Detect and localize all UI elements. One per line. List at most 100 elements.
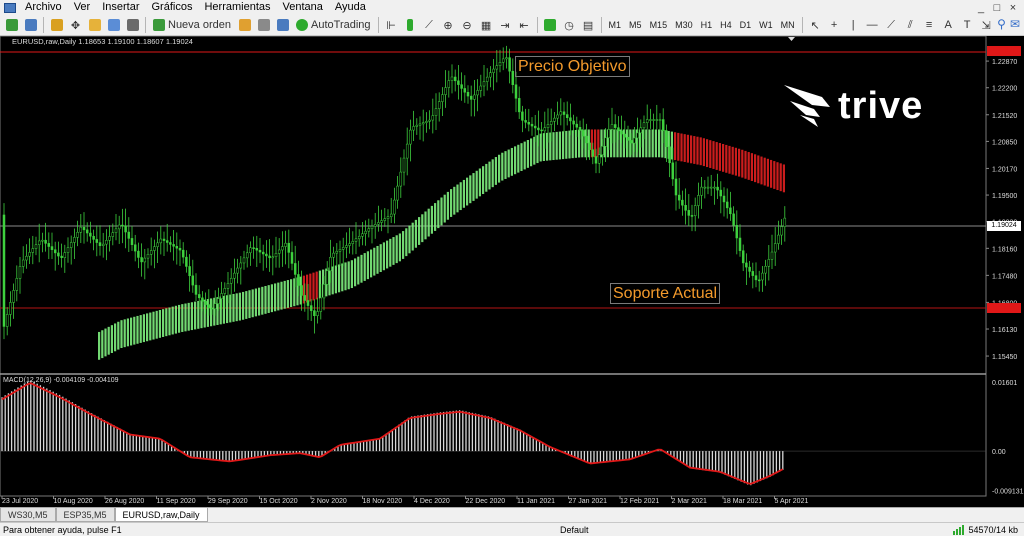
tab-ws30[interactable]: WS30,M5 — [0, 508, 56, 522]
candle-body — [258, 249, 262, 253]
ma-ribbon-bar — [485, 163, 488, 192]
timeframe-m30[interactable]: M30 — [672, 20, 696, 30]
crosshair-icon[interactable]: + — [826, 17, 843, 34]
candle-chart-icon[interactable] — [402, 17, 419, 34]
ma-ribbon-bar — [101, 330, 104, 359]
line-chart-icon[interactable]: ⟋ — [421, 17, 438, 34]
market-watch-icon[interactable] — [48, 17, 65, 34]
candle-body — [780, 226, 783, 236]
bar-chart-icon[interactable]: ⊩ — [383, 17, 400, 34]
tab-esp35[interactable]: ESP35,M5 — [55, 508, 115, 522]
candle-body — [364, 230, 367, 234]
timeframe-m1[interactable]: M1 — [606, 20, 625, 30]
menu-ventana[interactable]: Ventana — [277, 0, 329, 15]
candle-body — [597, 154, 601, 164]
fibonacci-icon[interactable]: ≡ — [921, 17, 938, 34]
menu-ayuda[interactable]: Ayuda — [329, 0, 372, 15]
ma-ribbon-bar — [648, 129, 651, 158]
candle-body — [770, 251, 774, 260]
timeframe-m5[interactable]: M5 — [626, 20, 645, 30]
ma-ribbon-bar — [238, 292, 241, 321]
navigator-icon[interactable] — [86, 17, 103, 34]
zoom-out-icon[interactable]: ⊖ — [459, 17, 476, 34]
menu-archivo[interactable]: Archivo — [19, 0, 68, 15]
ma-ribbon-bar — [472, 173, 475, 201]
support-annotation[interactable]: Soporte Actual — [610, 283, 721, 304]
metaeditor-icon[interactable] — [236, 17, 253, 34]
terminal-icon[interactable] — [105, 17, 122, 34]
candle-body — [274, 253, 278, 258]
ma-ribbon-bar — [184, 303, 187, 332]
cursor-icon[interactable]: ↖ — [807, 17, 824, 34]
menu-graficos[interactable]: Gráficos — [146, 0, 199, 15]
ma-ribbon-bar — [290, 279, 293, 308]
text-icon[interactable]: A — [940, 17, 957, 34]
candle-body — [149, 250, 153, 255]
candle-body — [460, 84, 463, 89]
chart-shift-icon[interactable]: ⇤ — [516, 17, 533, 34]
menu-ver[interactable]: Ver — [68, 0, 97, 15]
crosshair-move-icon[interactable]: ✥ — [67, 17, 84, 34]
minimize-button[interactable]: _ — [974, 2, 988, 14]
timeframe-d1[interactable]: D1 — [737, 20, 755, 30]
ma-ribbon-bar — [494, 157, 497, 185]
templates-icon[interactable]: ▤ — [580, 17, 597, 34]
channel-icon[interactable]: ⫽ — [902, 17, 919, 34]
candle-body — [204, 300, 207, 305]
new-order-button[interactable]: Nueva orden — [150, 17, 234, 34]
restore-button[interactable]: □ — [990, 2, 1004, 14]
timeframe-mn[interactable]: MN — [778, 20, 798, 30]
candle-body — [764, 266, 767, 274]
close-button[interactable]: × — [1006, 2, 1020, 14]
candle-body — [745, 262, 748, 268]
ma-ribbon-bar — [552, 132, 555, 161]
candle-body — [101, 243, 105, 246]
search-icon[interactable]: ⚲ — [997, 17, 1006, 31]
ma-ribbon-bar — [693, 136, 696, 164]
signals-icon[interactable] — [255, 17, 272, 34]
tile-windows-icon[interactable]: ▦ — [478, 17, 495, 34]
timeframe-m15[interactable]: M15 — [647, 20, 671, 30]
ma-ribbon-bar — [107, 326, 110, 355]
price-tick-label: 1.22870 — [992, 59, 1017, 66]
top-line-price-tag: 1.22870 — [987, 46, 1021, 56]
ma-ribbon-bar — [139, 315, 142, 343]
candle-body — [399, 171, 403, 187]
timeframe-h4[interactable]: H4 — [717, 20, 735, 30]
chart-window[interactable]: 1.22870 1.22200 1.21520 1.20850 1.20170 1.195… — [0, 36, 1024, 507]
candle-body — [665, 130, 668, 147]
timeframe-w1[interactable]: W1 — [756, 20, 776, 30]
indicators-icon[interactable] — [542, 17, 559, 34]
candle-body — [578, 127, 582, 131]
zoom-in-icon[interactable]: ⊕ — [440, 17, 457, 34]
market-icon[interactable] — [274, 17, 291, 34]
vertical-line-icon[interactable]: | — [845, 17, 862, 34]
scroll-chart-icon[interactable]: ⇥ — [497, 17, 514, 34]
tab-eurusd[interactable]: EURUSD,raw,Daily — [114, 508, 208, 522]
ma-ribbon-bar — [373, 247, 376, 276]
candle-body — [2, 214, 6, 327]
candle-body — [332, 252, 335, 258]
horizontal-line-icon[interactable]: — — [864, 17, 881, 34]
label-icon[interactable]: T — [959, 17, 976, 34]
candle-body — [581, 130, 585, 137]
ma-ribbon-bar — [510, 147, 513, 176]
timeframe-h1[interactable]: H1 — [698, 20, 716, 30]
menu-herramientas[interactable]: Herramientas — [198, 0, 276, 15]
trendline-icon[interactable]: ⟋ — [883, 17, 900, 34]
ma-ribbon-bar — [424, 211, 427, 240]
price-tick-label: 1.22200 — [992, 86, 1017, 93]
menu-insertar[interactable]: Insertar — [96, 0, 145, 15]
target-annotation[interactable]: Precio Objetivo — [515, 56, 630, 77]
new-chart-icon[interactable] — [3, 17, 20, 34]
chat-icon[interactable]: ✉ — [1010, 17, 1020, 31]
ma-ribbon-bar — [766, 158, 769, 187]
candle-body — [233, 272, 236, 279]
autotrading-button[interactable]: AutoTrading — [293, 17, 374, 34]
periods-icon[interactable]: ◷ — [561, 17, 578, 34]
arrows-icon[interactable]: ⇲ — [978, 17, 995, 34]
tester-icon[interactable] — [124, 17, 141, 34]
profiles-icon[interactable] — [22, 17, 39, 34]
candle-body — [649, 119, 652, 121]
ma-ribbon-bar — [98, 331, 101, 360]
